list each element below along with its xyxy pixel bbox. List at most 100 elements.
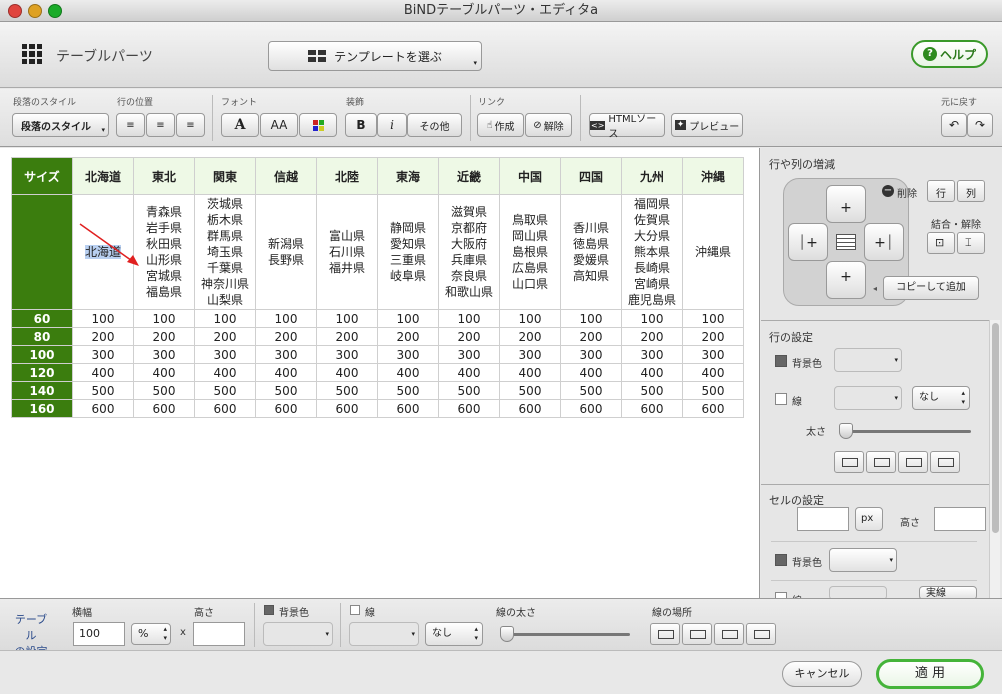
slider-thumb[interactable] [839,423,853,439]
price-cell[interactable]: 600 [255,399,317,418]
price-cell[interactable]: 500 [621,381,683,400]
price-cell[interactable]: 200 [255,327,317,346]
para-style-select[interactable]: 段落のスタイル ▾ [12,113,109,137]
preview-button[interactable]: ✦ プレビュー [671,113,743,137]
size-header-cell[interactable]: サイズ [11,157,73,195]
prefecture-cell[interactable]: 静岡県 愛知県 三重県 岐阜県 [377,194,439,310]
template-button[interactable]: テンプレートを選ぶ ▾ [268,41,482,71]
row-border-right-button[interactable] [930,451,960,473]
size-cell[interactable]: 140 [11,381,73,400]
size-cell[interactable]: 120 [11,363,73,382]
table-line-style-select[interactable]: なし ▴ ▾ [425,622,483,646]
price-cell[interactable]: 300 [438,345,500,364]
price-cell[interactable]: 500 [560,381,622,400]
price-cell[interactable]: 400 [316,363,378,382]
price-cell[interactable]: 400 [438,363,500,382]
prefecture-cell[interactable]: 福岡県 佐賀県 大分県 熊本県 長崎県 宮崎県 鹿児島県 [621,194,683,310]
price-cell[interactable]: 500 [499,381,561,400]
add-row-below-button[interactable]: + [826,261,866,299]
align-right-button[interactable]: ≡ [176,113,205,137]
price-cell[interactable]: 200 [72,327,134,346]
bold-button[interactable]: B [345,113,377,137]
price-cell[interactable]: 100 [255,309,317,328]
price-cell[interactable]: 200 [133,327,195,346]
price-cell[interactable]: 100 [621,309,683,328]
remove-link-button[interactable]: ⊘ 解除 [525,113,572,137]
region-header-cell[interactable]: 東海 [377,157,439,195]
region-header-cell[interactable]: 中国 [499,157,561,195]
price-cell[interactable]: 200 [682,327,744,346]
region-header-cell[interactable]: 九州 [621,157,683,195]
price-cell[interactable]: 400 [621,363,683,382]
prefecture-cell[interactable]: 新潟県 長野県 [255,194,317,310]
price-cell[interactable]: 400 [682,363,744,382]
price-cell[interactable]: 400 [194,363,256,382]
table-thickness-slider[interactable] [500,626,630,642]
price-cell[interactable]: 300 [377,345,439,364]
price-cell[interactable]: 500 [133,381,195,400]
price-cell[interactable]: 200 [560,327,622,346]
delete-col-button[interactable]: 列 [957,180,985,202]
price-cell[interactable]: 100 [682,309,744,328]
size-cell[interactable]: 160 [11,399,73,418]
table-width-unit-select[interactable]: % ▴ ▾ [131,623,171,645]
price-cell[interactable]: 500 [194,381,256,400]
size-cell[interactable]: 60 [11,309,73,328]
region-header-cell[interactable]: 近畿 [438,157,500,195]
price-cell[interactable]: 100 [438,309,500,328]
table-border-right-button[interactable] [746,623,776,645]
price-cell[interactable]: 600 [682,399,744,418]
row-bg-color-select[interactable]: ▾ [834,348,902,372]
price-cell[interactable]: 500 [377,381,439,400]
font-color-button[interactable] [299,113,337,137]
price-cell[interactable]: 400 [72,363,134,382]
add-col-right-button[interactable]: +⏐ [864,223,904,261]
create-link-button[interactable]: ☝ 作成 [477,113,524,137]
price-cell[interactable]: 400 [377,363,439,382]
minimize-window-button[interactable] [28,4,42,18]
align-left-button[interactable]: ≡ [116,113,145,137]
price-cell[interactable]: 600 [499,399,561,418]
undo-button[interactable]: ↶ [941,113,967,137]
price-cell[interactable]: 100 [560,309,622,328]
prefecture-cell[interactable]: 鳥取県 岡山県 島根県 広島県 山口県 [499,194,561,310]
price-cell[interactable]: 300 [499,345,561,364]
price-cell[interactable]: 600 [438,399,500,418]
table-border-left-button[interactable] [714,623,744,645]
price-cell[interactable]: 200 [377,327,439,346]
price-cell[interactable]: 200 [316,327,378,346]
cell-bg-color-select[interactable]: ▾ [829,548,897,572]
cell-width-input[interactable] [797,507,849,531]
price-cell[interactable]: 300 [316,345,378,364]
price-cell[interactable]: 300 [560,345,622,364]
close-window-button[interactable] [8,4,22,18]
price-cell[interactable]: 300 [194,345,256,364]
price-cell[interactable]: 600 [377,399,439,418]
table-width-input[interactable]: 100 [73,622,125,646]
price-cell[interactable]: 300 [682,345,744,364]
slider-thumb[interactable] [500,626,514,642]
price-cell[interactable]: 200 [621,327,683,346]
side-scrollbar[interactable] [989,320,1000,598]
price-cell[interactable]: 500 [438,381,500,400]
price-cell[interactable]: 100 [133,309,195,328]
copy-add-button[interactable]: コピーして追加 [883,276,979,300]
row-line-style-select[interactable]: なし ▴ ▾ [912,386,970,410]
price-cell[interactable]: 300 [72,345,134,364]
size-header-blank[interactable] [11,194,73,310]
prefecture-cell[interactable]: 滋賀県 京都府 大阪府 兵庫県 奈良県 和歌山県 [438,194,500,310]
scrollbar-thumb[interactable] [992,323,999,533]
row-border-bottom-button[interactable] [866,451,896,473]
prefecture-cell[interactable]: 沖縄県 [682,194,744,310]
price-cell[interactable]: 500 [255,381,317,400]
price-cell[interactable]: 600 [194,399,256,418]
align-center-button[interactable]: ≡ [146,113,175,137]
region-header-cell[interactable]: 北海道 [72,157,134,195]
price-cell[interactable]: 400 [255,363,317,382]
other-decoration-button[interactable]: その他 [407,113,462,137]
price-cell[interactable]: 400 [560,363,622,382]
table-line-checkbox[interactable] [350,605,360,615]
price-cell[interactable]: 600 [621,399,683,418]
table-border-top-button[interactable] [650,623,680,645]
italic-button[interactable]: i [377,113,407,137]
